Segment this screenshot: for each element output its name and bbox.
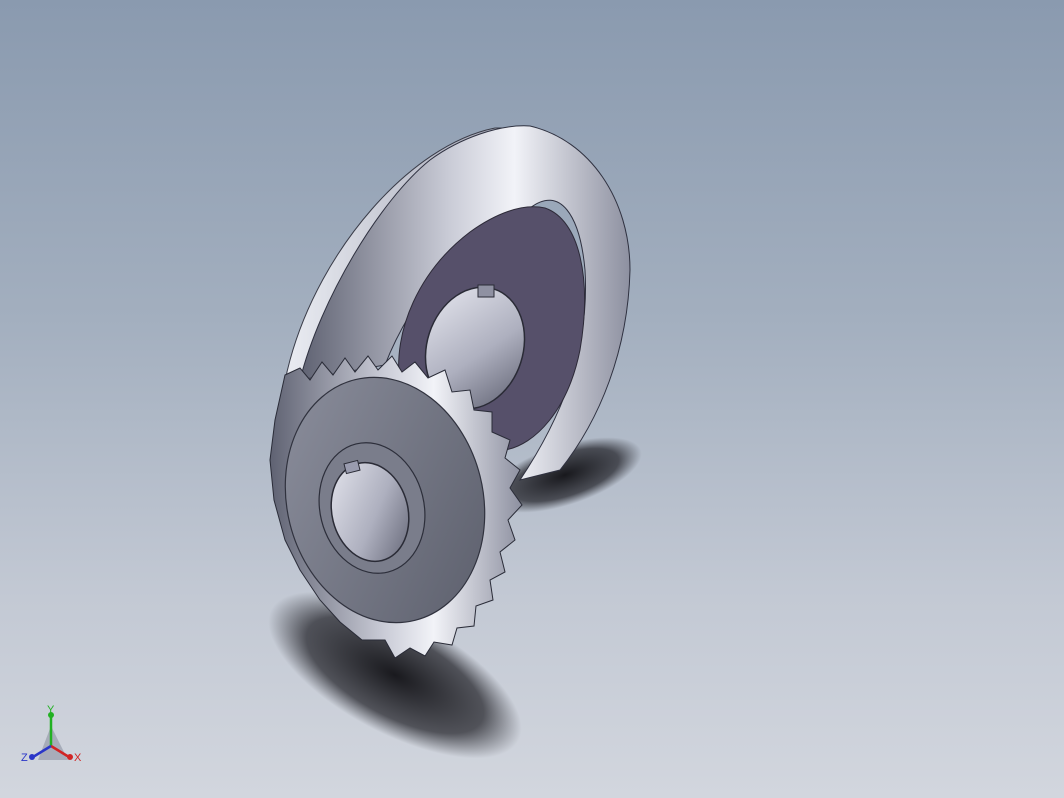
large-gear-keyway: [477, 284, 495, 298]
triad-z-label: Z: [21, 752, 28, 764]
triad-x-tip: [67, 754, 73, 760]
orientation-triad[interactable]: Y X Z: [18, 704, 88, 770]
triad-y-label: Y: [47, 704, 55, 716]
model-scene[interactable]: [0, 0, 1064, 798]
triad-x-label: X: [74, 752, 82, 764]
graphics-viewport[interactable]: Y X Z: [0, 0, 1064, 798]
triad-z-tip: [29, 754, 35, 760]
